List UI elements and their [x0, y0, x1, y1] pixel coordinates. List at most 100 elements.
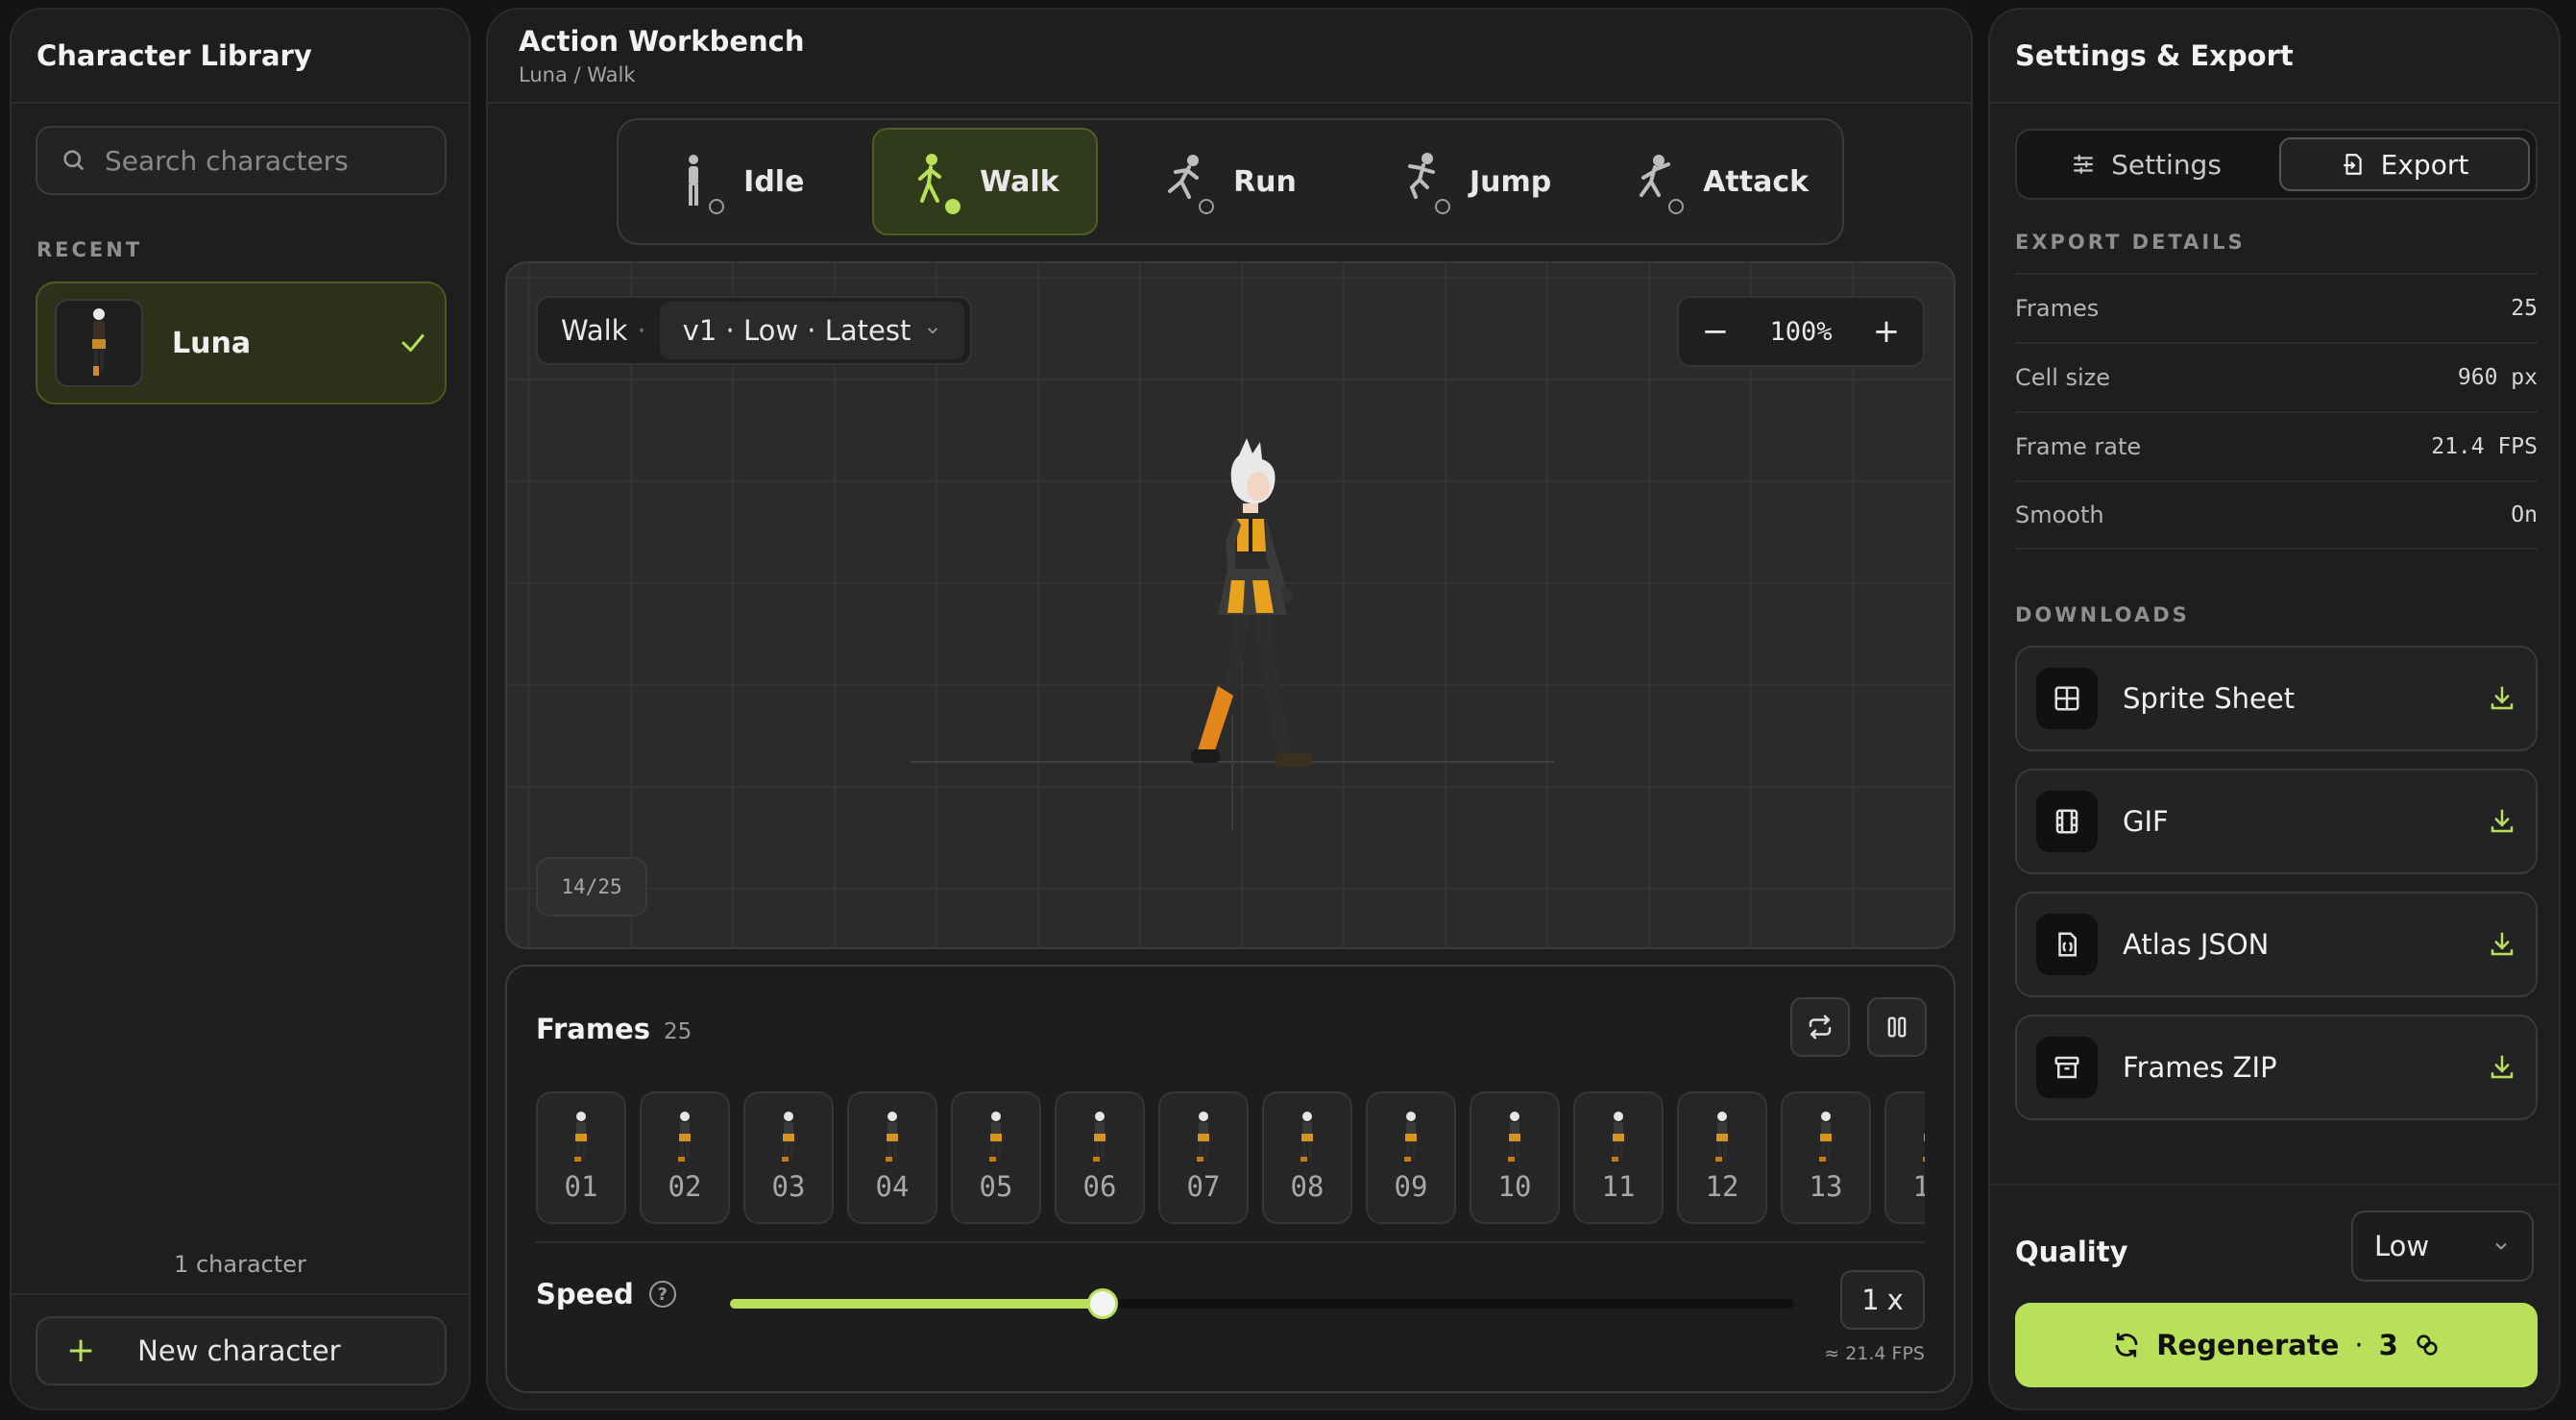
- frame-sprite: [1093, 1112, 1106, 1162]
- chevron-down-icon: [928, 328, 938, 334]
- frame-number: 14: [1913, 1170, 1925, 1203]
- detail-value: 960 px: [2457, 365, 2538, 390]
- zoom-level: 100%: [1769, 316, 1833, 347]
- version-dropdown[interactable]: v1 · Low · Latest: [659, 302, 965, 359]
- frame-thumb[interactable]: 04: [847, 1091, 937, 1224]
- speed-label-text: Speed: [536, 1278, 634, 1310]
- frame-number: 05: [979, 1170, 1013, 1203]
- download-icon: [2491, 932, 2514, 956]
- speed-divider: [536, 1241, 1925, 1243]
- frame-thumb[interactable]: 13: [1781, 1091, 1871, 1224]
- action-tab-attack[interactable]: Attack: [1608, 128, 1835, 235]
- frame-thumb[interactable]: 08: [1262, 1091, 1352, 1224]
- refresh-icon: [2115, 1333, 2138, 1358]
- workbench-header: Action Workbench Luna / Walk: [488, 10, 1971, 104]
- detail-value: 25: [2511, 296, 2538, 321]
- loop-button[interactable]: [1790, 997, 1850, 1057]
- detail-key: Smooth: [2015, 502, 2104, 528]
- viewport-separator: ·: [637, 314, 646, 347]
- zoom-out-button[interactable]: −: [1698, 312, 1733, 351]
- run-figure-icon: [1164, 153, 1215, 214]
- frames-panel: Frames 25 01 02 03 04 05 06 07 08 09 10 11 12 13 14 Sp…: [505, 965, 1956, 1393]
- download-atlas-json[interactable]: Atlas JSON: [2015, 892, 2538, 997]
- download-frames-zip[interactable]: Frames ZIP: [2015, 1015, 2538, 1120]
- downloads-label: DOWNLOADS: [2015, 603, 2190, 626]
- frame-thumb[interactable]: 09: [1366, 1091, 1456, 1224]
- action-selector: Idle Walk Run Jump Attack: [617, 118, 1844, 245]
- action-tab-jump[interactable]: Jump: [1363, 128, 1590, 235]
- speed-slider-fill: [730, 1299, 1103, 1309]
- breadcrumb: Luna / Walk: [519, 63, 636, 86]
- quality-value: Low: [2374, 1230, 2430, 1262]
- tab-export[interactable]: Export: [2279, 137, 2530, 191]
- version-selector[interactable]: Walk · v1 · Low · Latest: [536, 296, 973, 365]
- speed-label: Speed ?: [536, 1278, 676, 1310]
- action-tab-walk[interactable]: Walk: [871, 128, 1099, 235]
- speed-slider-handle[interactable]: [1086, 1288, 1118, 1319]
- tab-export-label: Export: [2380, 148, 2469, 181]
- frame-sprite: [1300, 1112, 1313, 1162]
- download-gif[interactable]: GIF: [2015, 769, 2538, 874]
- action-tab-run[interactable]: Run: [1117, 128, 1344, 235]
- frame-sprite: [574, 1112, 587, 1162]
- frame-thumb[interactable]: 10: [1470, 1091, 1560, 1224]
- fps-estimate: ≈ 21.4 FPS: [1824, 1343, 1925, 1364]
- frame-thumb[interactable]: 06: [1055, 1091, 1145, 1224]
- frame-number: 11: [1601, 1170, 1636, 1203]
- download-sprite-sheet[interactable]: Sprite Sheet: [2015, 646, 2538, 751]
- footer-divider: [12, 1293, 469, 1295]
- frame-thumb[interactable]: 14: [1884, 1091, 1925, 1224]
- frame-thumb[interactable]: 05: [951, 1091, 1041, 1224]
- download-label: Atlas JSON: [2123, 928, 2270, 961]
- archive-icon: [2036, 1037, 2098, 1098]
- frame-sprite: [1612, 1112, 1624, 1162]
- export-details-list: Frames 25 Cell size 960 px Frame rate 21.4 …: [2015, 273, 2538, 550]
- frames-title: Frames 25: [536, 1013, 692, 1045]
- download-icon: [2491, 809, 2514, 833]
- frame-thumb[interactable]: 03: [743, 1091, 834, 1224]
- frame-number: 12: [1705, 1170, 1739, 1203]
- download-label: Sprite Sheet: [2123, 682, 2296, 715]
- zoom-in-button[interactable]: +: [1869, 312, 1904, 351]
- sliders-icon: [2074, 155, 2093, 174]
- viewport-action-label: Walk: [561, 314, 628, 347]
- frame-thumb[interactable]: 12: [1677, 1091, 1767, 1224]
- regenerate-cost: 3: [2378, 1329, 2398, 1361]
- detail-row-smooth: Smooth On: [2015, 480, 2538, 550]
- action-tab-idle[interactable]: Idle: [626, 128, 853, 235]
- detail-value: On: [2511, 502, 2538, 527]
- recent-label: RECENT: [36, 238, 143, 261]
- tab-settings-label: Settings: [2111, 148, 2222, 181]
- frame-thumb[interactable]: 11: [1573, 1091, 1664, 1224]
- character-card-luna[interactable]: Luna: [36, 282, 447, 404]
- search-input[interactable]: Search characters: [36, 126, 447, 195]
- check-icon: [401, 334, 425, 352]
- detail-key: Frame rate: [2015, 433, 2142, 460]
- search-icon: [63, 150, 85, 171]
- speed-value-field[interactable]: 1 x: [1840, 1270, 1925, 1330]
- frame-thumb[interactable]: 02: [640, 1091, 730, 1224]
- tab-settings[interactable]: Settings: [2023, 137, 2270, 191]
- quality-select[interactable]: Low: [2351, 1211, 2534, 1282]
- frame-thumb[interactable]: 07: [1158, 1091, 1249, 1224]
- downloads-list: Sprite Sheet GIF Atlas JSON Frames ZIP: [2015, 646, 2538, 1138]
- character-avatar: [55, 299, 143, 387]
- plus-icon: +: [66, 1331, 96, 1370]
- pause-button[interactable]: [1867, 997, 1927, 1057]
- zoom-control: − 100% +: [1677, 296, 1925, 367]
- frame-sprite: [1715, 1112, 1728, 1162]
- download-icon: [2491, 1055, 2514, 1079]
- detail-row-frame-rate: Frame rate 21.4 FPS: [2015, 411, 2538, 480]
- preview-viewport[interactable]: Walk · v1 · Low · Latest − 100% + 14/25: [505, 261, 1956, 949]
- download-label: GIF: [2123, 805, 2169, 838]
- action-label: Walk: [980, 164, 1059, 199]
- new-character-button[interactable]: + New character: [36, 1316, 447, 1385]
- help-icon[interactable]: ?: [648, 1281, 676, 1308]
- action-label: Run: [1233, 164, 1297, 199]
- export-file-icon: [2343, 154, 2362, 175]
- frame-thumb[interactable]: 01: [536, 1091, 626, 1224]
- speed-slider[interactable]: [730, 1288, 1794, 1319]
- regenerate-button[interactable]: Regenerate · 3: [2015, 1303, 2538, 1387]
- detail-key: Frames: [2015, 295, 2100, 322]
- settings-export-tabs: Settings Export: [2015, 129, 2538, 200]
